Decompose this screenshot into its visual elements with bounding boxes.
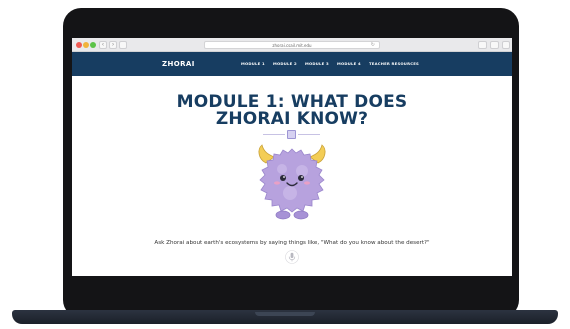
maximize-window-button[interactable] [90,42,96,48]
laptop-screen: ‹ › zhorai.csail.mit.edu ↻ ZHORAI MODULE… [72,38,512,276]
title-divider-left [263,134,285,135]
page-title: MODULE 1: WHAT DOES ZHORAI KNOW? [72,94,512,128]
close-window-button[interactable] [76,42,82,48]
nav-module-1[interactable]: MODULE 1 [241,52,265,76]
nav-module-2[interactable]: MODULE 2 [273,52,297,76]
sidebar-icon[interactable] [119,41,127,49]
address-bar[interactable]: zhorai.csail.mit.edu ↻ [204,41,380,49]
page-title-line-2: ZHORAI KNOW? [215,109,369,129]
back-icon[interactable]: ‹ [99,41,107,49]
url-text: zhorai.csail.mit.edu [272,43,312,48]
nav-teacher-resources[interactable]: TEACHER RESOURCES [369,52,419,76]
zhorai-mascot-icon [258,144,326,220]
forward-icon[interactable]: › [109,41,117,49]
prompt-text: Ask Zhorai about earth's ecosystems by s… [154,240,430,246]
browser-toolbar: ‹ › zhorai.csail.mit.edu ↻ [72,38,512,52]
divider-ornament-icon [287,130,296,139]
microphone-icon[interactable] [285,250,299,264]
share-icon[interactable] [478,41,487,49]
laptop-notch [255,312,315,316]
site-navbar: ZHORAI MODULE 1 MODULE 2 MODULE 3 MODULE… [72,52,512,76]
title-divider-right [298,134,320,135]
new-tab-icon[interactable] [502,41,510,49]
nav-module-3[interactable]: MODULE 3 [305,52,329,76]
site-logo[interactable]: ZHORAI [162,52,195,76]
reload-icon[interactable]: ↻ [371,42,375,49]
nav-module-4[interactable]: MODULE 4 [337,52,361,76]
tabs-icon[interactable] [490,41,499,49]
minimize-window-button[interactable] [83,42,89,48]
